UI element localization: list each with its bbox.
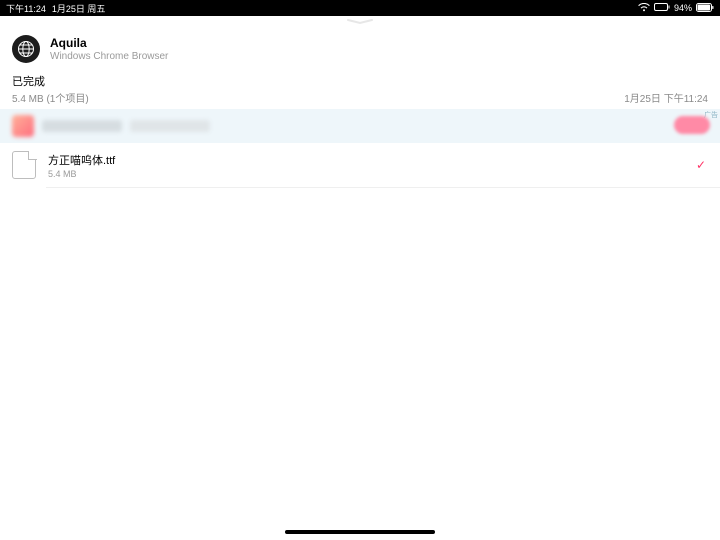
status-right: 94% — [638, 3, 714, 14]
home-indicator[interactable] — [285, 530, 435, 534]
ad-text-blur — [130, 120, 210, 132]
file-size: 5.4 MB — [48, 169, 115, 179]
battery-outline-icon — [654, 3, 670, 13]
file-icon — [12, 151, 36, 179]
battery-icon — [696, 3, 714, 14]
file-row[interactable]: 方正喵呜体.ttf 5.4 MB ✓ — [0, 143, 720, 187]
status-bar: 下午11:24 1月25日 周五 94% — [0, 0, 720, 16]
section-sub: 5.4 MB (1个项目) — [12, 90, 89, 105]
section-header: 已完成 5.4 MB (1个项目) 1月25日 下午11:24 — [0, 69, 720, 109]
globe-icon — [12, 35, 40, 63]
status-left: 下午11:24 1月25日 周五 — [6, 2, 105, 15]
app-name: Aquila — [50, 36, 168, 50]
checkmark-icon: ✓ — [696, 158, 706, 172]
file-info: 方正喵呜体.ttf 5.4 MB — [48, 152, 115, 179]
ad-text-blur — [42, 120, 122, 132]
status-battery-pct: 94% — [674, 3, 692, 13]
app-subtitle: Windows Chrome Browser — [50, 51, 168, 62]
ad-action-button[interactable] — [674, 116, 710, 134]
wifi-icon — [638, 3, 650, 14]
ad-banner[interactable]: 广告 — [0, 109, 720, 143]
ad-app-icon — [12, 115, 34, 137]
status-date: 1月25日 周五 — [52, 2, 106, 15]
status-time: 下午11:24 — [6, 2, 46, 15]
file-name: 方正喵呜体.ttf — [48, 152, 115, 168]
row-separator — [46, 187, 720, 188]
section-timestamp: 1月25日 下午11:24 — [624, 90, 708, 105]
section-left: 已完成 5.4 MB (1个项目) — [12, 73, 89, 105]
app-header: Aquila Windows Chrome Browser — [0, 25, 720, 69]
section-title: 已完成 — [12, 73, 89, 89]
app-title-group: Aquila Windows Chrome Browser — [50, 36, 168, 62]
